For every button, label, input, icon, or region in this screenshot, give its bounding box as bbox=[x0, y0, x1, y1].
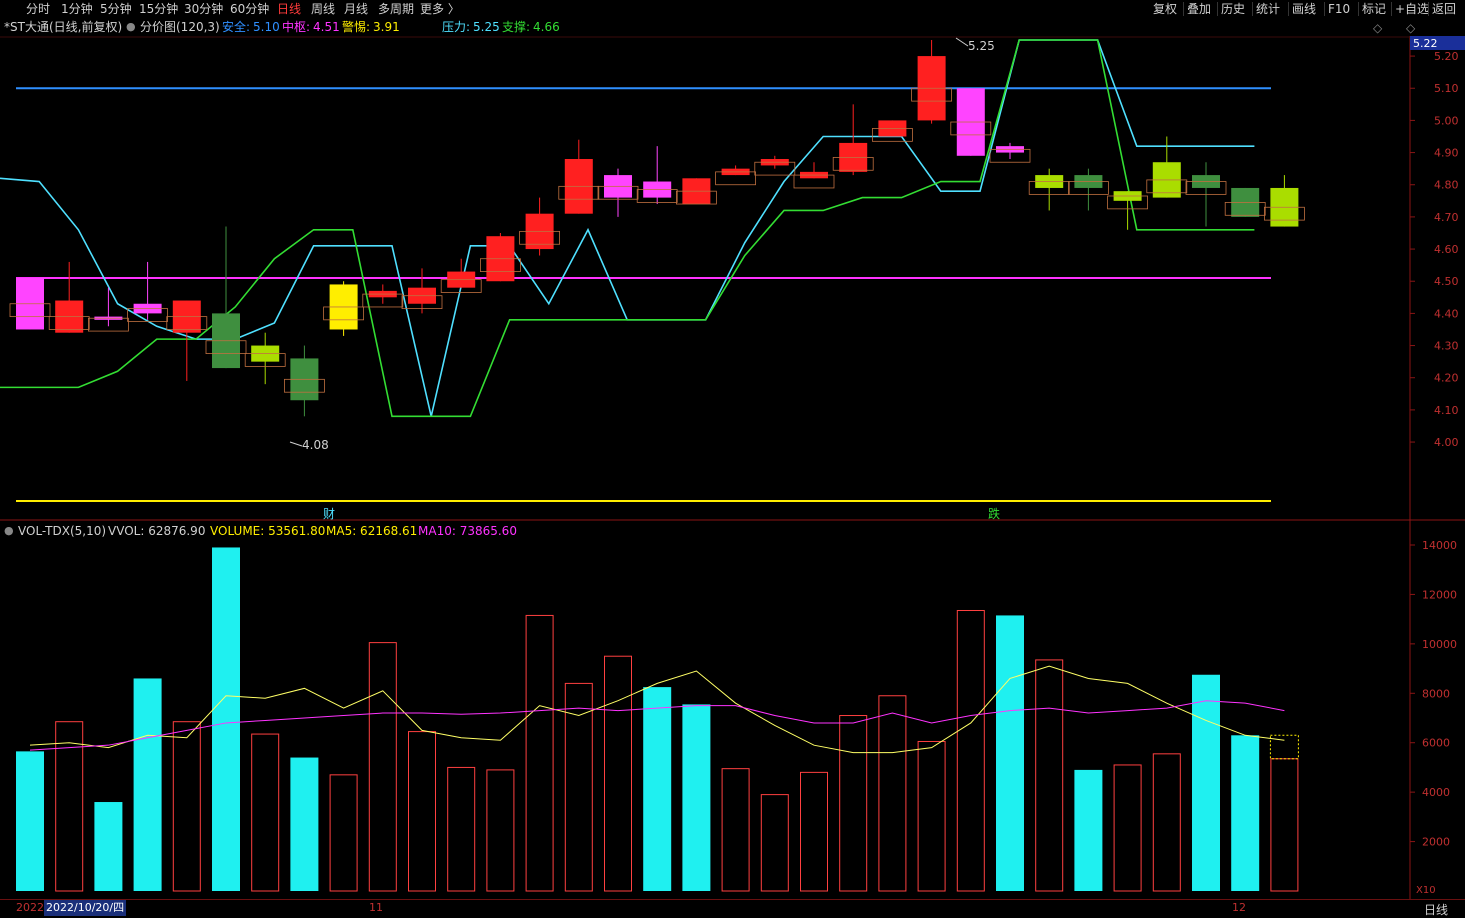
price-axis-label: 4.40 bbox=[1434, 307, 1459, 320]
year-label: 2022 bbox=[16, 901, 44, 914]
price-tag: 5.22 bbox=[1413, 37, 1438, 50]
pressure-line bbox=[0, 39, 1255, 417]
volume-bar bbox=[290, 757, 319, 891]
price-axis-label: 4.30 bbox=[1434, 340, 1459, 353]
kline-chart[interactable]: 5.20 5.10 5.00 4.90 4.80 4.70 4.60 4.50 4.40 4.30… bbox=[0, 0, 1465, 917]
vol-axis-label: 2000 bbox=[1422, 836, 1450, 849]
price-axis-label: 4.70 bbox=[1434, 211, 1459, 224]
diamond-icon[interactable]: ◇ bbox=[1373, 19, 1382, 37]
price-axis-label: 4.10 bbox=[1434, 404, 1459, 417]
volume-bar bbox=[996, 615, 1024, 891]
low-annotation: 4.08 bbox=[302, 438, 329, 452]
vol-unit: X10 bbox=[1416, 885, 1436, 896]
marker-cai: 财 bbox=[323, 507, 335, 521]
price-axis-label: 5.20 bbox=[1434, 50, 1459, 63]
volume-bar bbox=[329, 774, 358, 892]
date-bar: 2022 2022/10/20/四 11 12 日线 bbox=[0, 899, 1465, 918]
volume-bar bbox=[721, 768, 750, 892]
volume-bar bbox=[800, 771, 828, 892]
vol-axis-label: 14000 bbox=[1422, 539, 1457, 552]
volume-bar bbox=[878, 695, 907, 892]
volume-bar bbox=[133, 678, 162, 891]
high-pointer bbox=[955, 37, 969, 47]
volume-bar bbox=[564, 682, 593, 892]
vol-axis-label: 4000 bbox=[1422, 786, 1450, 799]
price-axis-label: 5.10 bbox=[1434, 82, 1459, 95]
volume-bar bbox=[956, 609, 985, 892]
volume-bar bbox=[1074, 769, 1103, 891]
volume-bar bbox=[643, 687, 672, 891]
volume-bar bbox=[368, 642, 397, 892]
volume-bar bbox=[917, 740, 946, 892]
volume-bar bbox=[408, 731, 436, 892]
price-axis-label: 4.00 bbox=[1434, 436, 1459, 449]
price-axis-label: 4.50 bbox=[1434, 275, 1459, 288]
volume-bar bbox=[525, 614, 554, 892]
price-axis-label: 4.60 bbox=[1434, 243, 1459, 256]
vol-axis-label: 8000 bbox=[1422, 687, 1450, 700]
volume-bar bbox=[212, 547, 240, 891]
volume-bar bbox=[604, 655, 632, 892]
price-axis-label: 4.80 bbox=[1434, 179, 1459, 192]
volume-bar bbox=[682, 704, 711, 891]
volume-bar bbox=[1152, 753, 1181, 892]
high-annotation: 5.25 bbox=[968, 39, 995, 53]
volume-bar bbox=[172, 721, 201, 892]
volume-bar bbox=[486, 769, 515, 892]
volume-bar bbox=[16, 751, 44, 891]
volume-bar bbox=[251, 733, 280, 892]
volume-bar bbox=[1231, 735, 1260, 891]
price-axis-label: 4.90 bbox=[1434, 147, 1459, 160]
volume-bar bbox=[1113, 764, 1142, 892]
cursor-date: 2022/10/20/四 bbox=[44, 900, 127, 916]
marker-die: 跌 bbox=[988, 506, 1000, 521]
vol-axis-label: 12000 bbox=[1422, 588, 1457, 601]
month-nov: 11 bbox=[369, 901, 383, 914]
vol-axis-label: 10000 bbox=[1422, 638, 1457, 651]
volume-bar bbox=[839, 715, 868, 892]
volume-bar bbox=[1035, 659, 1064, 892]
volume-bar bbox=[760, 794, 789, 892]
volume-bar bbox=[447, 766, 476, 892]
period-label[interactable]: 日线 bbox=[1424, 901, 1448, 918]
diamond-icon[interactable]: ◇ bbox=[1406, 19, 1415, 37]
volume-bar bbox=[94, 802, 123, 891]
support-line bbox=[0, 39, 1255, 418]
low-pointer bbox=[289, 441, 303, 447]
month-dec: 12 bbox=[1232, 901, 1246, 914]
volume-bar bbox=[1270, 758, 1299, 892]
vol-axis-label: 6000 bbox=[1422, 737, 1450, 750]
price-axis-label: 5.00 bbox=[1434, 114, 1459, 127]
volume-bar bbox=[1192, 674, 1220, 891]
price-axis-label: 4.20 bbox=[1434, 372, 1459, 385]
